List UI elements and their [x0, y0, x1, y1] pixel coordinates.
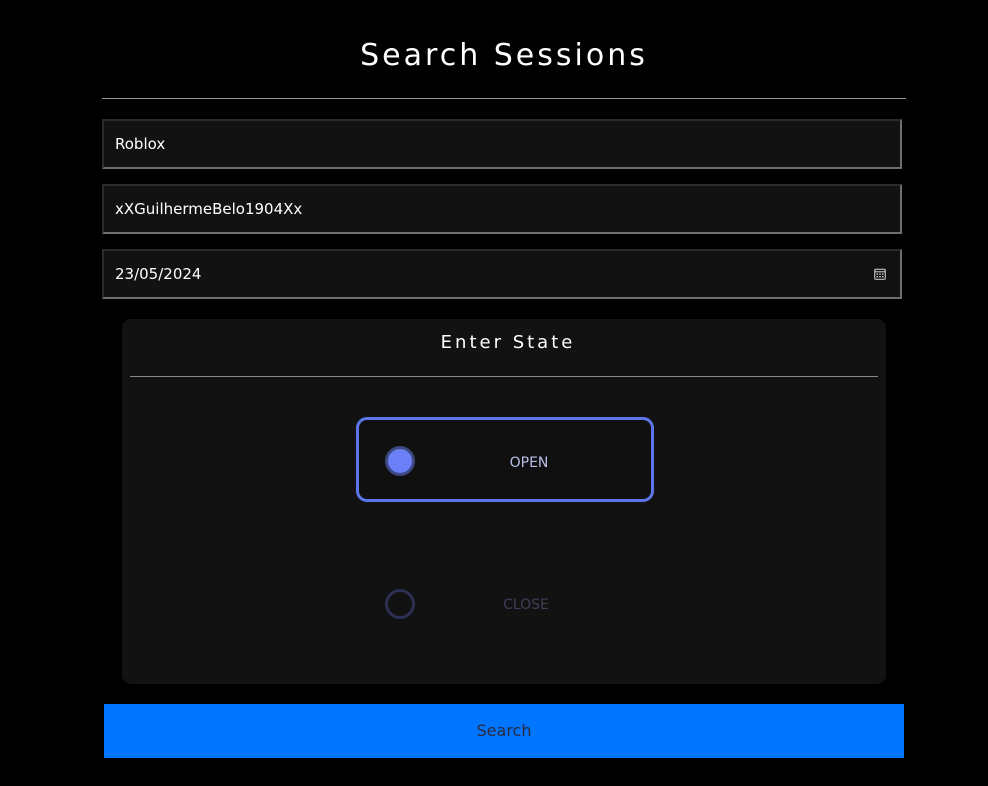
open-radio[interactable]: [385, 446, 415, 476]
state-panel-divider: [130, 376, 878, 377]
search-button[interactable]: Search: [104, 704, 904, 758]
username-input[interactable]: xXGuilhermeBelo1904Xx: [102, 184, 902, 234]
page-title: Search Sessions: [360, 38, 648, 73]
state-option-open[interactable]: OPEN: [356, 417, 654, 502]
date-input[interactable]: 23/05/2024: [102, 249, 902, 299]
close-radio[interactable]: [385, 589, 415, 619]
close-label: CLOSE: [503, 597, 549, 613]
game-input[interactable]: Roblox: [102, 119, 902, 169]
username-input-value: xXGuilhermeBelo1904Xx: [115, 200, 303, 218]
state-panel: Enter State OPEN CLOSE: [122, 319, 886, 684]
calendar-icon[interactable]: [874, 268, 886, 280]
date-input-value: 23/05/2024: [115, 265, 202, 283]
state-panel-title: Enter State: [440, 332, 576, 353]
search-sessions-page: Search Sessions Roblox xXGuilhermeBelo19…: [0, 0, 988, 786]
game-input-value: Roblox: [115, 135, 166, 153]
state-option-close[interactable]: CLOSE: [356, 560, 654, 645]
title-divider: [102, 98, 906, 99]
open-label: OPEN: [509, 455, 549, 471]
